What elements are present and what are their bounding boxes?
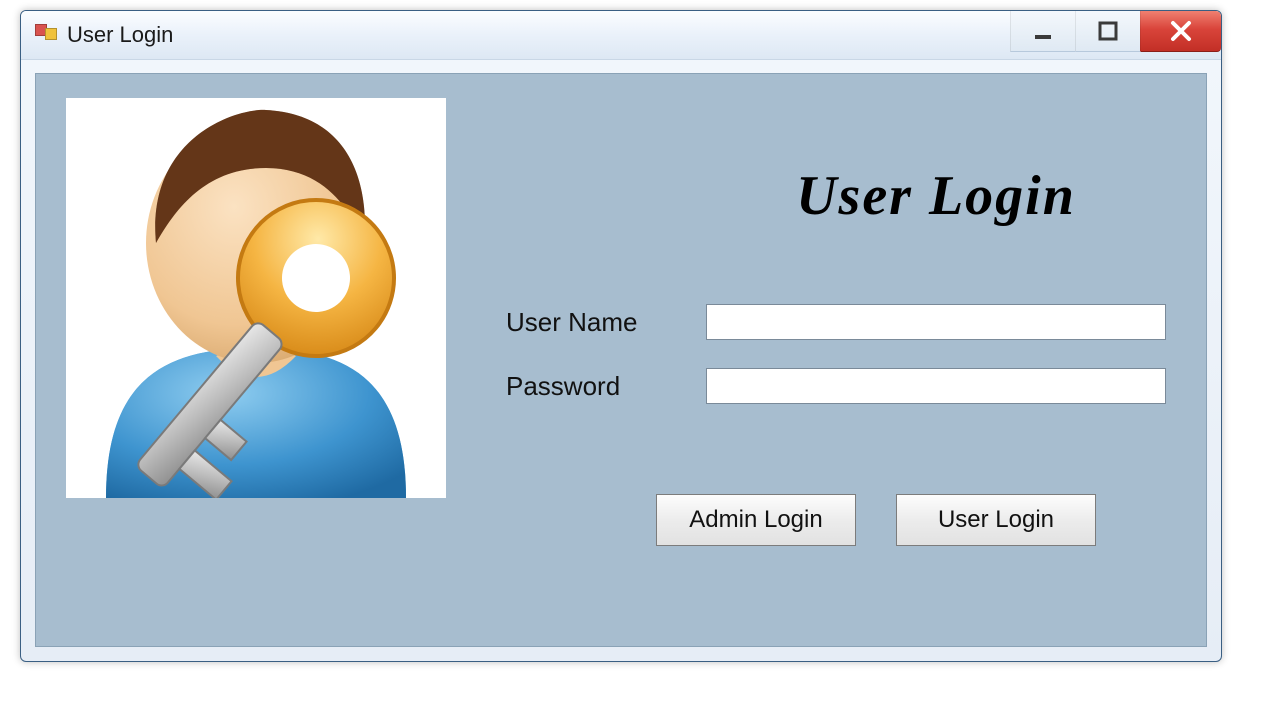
- login-window: User Login: [20, 10, 1222, 662]
- form-heading: User Login: [676, 164, 1196, 228]
- login-form: User Name Password: [506, 304, 1196, 432]
- titlebar: User Login: [21, 11, 1221, 60]
- close-button[interactable]: [1140, 11, 1221, 52]
- username-label: User Name: [506, 307, 706, 338]
- minimize-button[interactable]: [1010, 11, 1075, 52]
- username-row: User Name: [506, 304, 1196, 340]
- password-row: Password: [506, 368, 1196, 404]
- username-input[interactable]: [706, 304, 1166, 340]
- client-area: User Login User Name Password Admin Logi…: [35, 73, 1207, 647]
- password-input[interactable]: [706, 368, 1166, 404]
- window-controls: [1010, 11, 1221, 51]
- close-icon: [1166, 16, 1196, 46]
- user-login-button[interactable]: User Login: [896, 494, 1096, 546]
- password-label: Password: [506, 371, 706, 402]
- maximize-icon: [1095, 18, 1121, 44]
- button-row: Admin Login User Login: [656, 494, 1096, 546]
- admin-login-button[interactable]: Admin Login: [656, 494, 856, 546]
- maximize-button[interactable]: [1075, 11, 1140, 52]
- app-icon: [35, 24, 57, 46]
- minimize-icon: [1030, 18, 1056, 44]
- user-key-icon: [66, 98, 446, 498]
- window-title: User Login: [67, 22, 173, 48]
